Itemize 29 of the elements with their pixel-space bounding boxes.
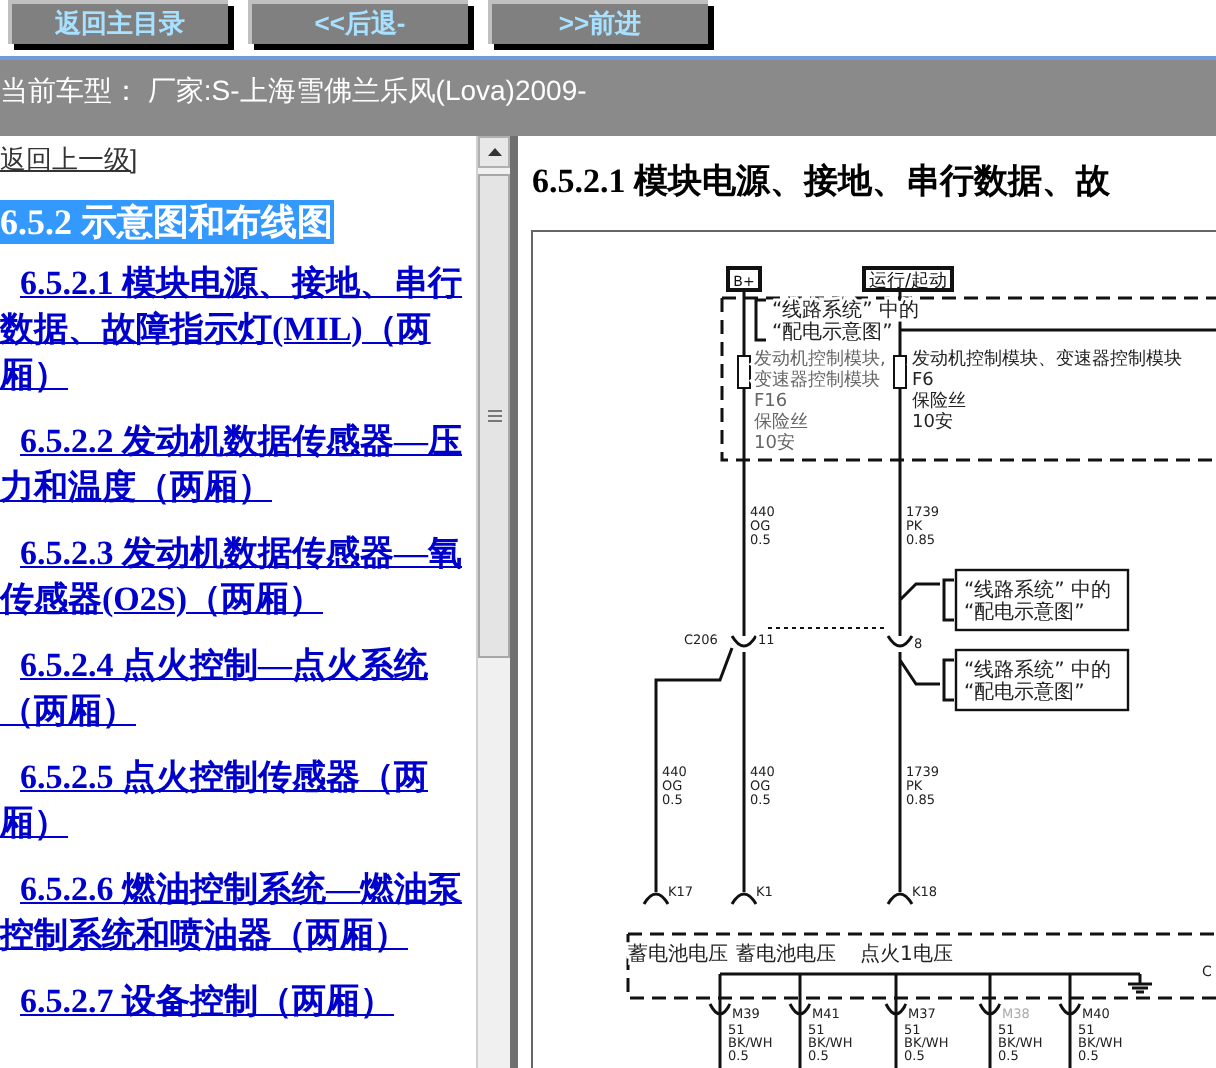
section-link[interactable]: 6.5.2.5 点火控制传感器（两厢） <box>0 753 476 845</box>
ground-wire <box>884 972 908 1068</box>
grip-icon <box>487 410 501 422</box>
section-link[interactable]: 6.5.2.7 设备控制（两厢） <box>0 977 476 1023</box>
reference-text: “线路系统” 中的 “配电示意图” <box>964 580 1112 624</box>
section-link[interactable]: 6.5.2.1 模块电源、接地、串行数据、故障指示灯(MIL)（两厢） <box>0 259 476 397</box>
ground-wire <box>788 972 812 1068</box>
scrollbar[interactable] <box>476 136 510 1068</box>
ground-wire <box>1058 972 1082 1068</box>
power-source-label: 运行/起动 <box>862 266 954 292</box>
current-model-text: 当前车型： 厂家:S-上海雪佛兰乐风(Lova)2009- <box>0 74 587 106</box>
signal-label: 点火1电压 <box>860 944 953 966</box>
fuse-icon <box>893 355 907 389</box>
back-link[interactable]: 返回上一级] <box>0 140 138 179</box>
ground-wire <box>978 972 1002 1068</box>
fuse-label: 发动机控制模块, 变速器控制模块 F16 保险丝 10安 <box>754 350 886 454</box>
scroll-thumb[interactable] <box>478 174 510 658</box>
section-link[interactable]: 6.5.2.4 点火控制—点火系统（两厢） <box>0 641 476 733</box>
scroll-up-button[interactable] <box>478 136 510 168</box>
page-title: 6.5.2.1 模块电源、接地、串行数据、故 <box>532 162 1110 200</box>
up-arrow-icon <box>487 148 501 156</box>
fuse-icon <box>737 355 751 389</box>
signal-label: 蓄电池电压 <box>736 944 836 966</box>
reference-text: “线路系统” 中的 “配电示意图” <box>964 660 1112 704</box>
dotted-link <box>767 627 889 629</box>
bracket-icon <box>754 298 766 342</box>
fuse-label: 发动机控制模块、变速器控制模块 F6 保险丝 10安 <box>912 350 1182 433</box>
ground-wire <box>708 972 732 1068</box>
signal-label: 蓄电池电压 <box>628 944 728 966</box>
